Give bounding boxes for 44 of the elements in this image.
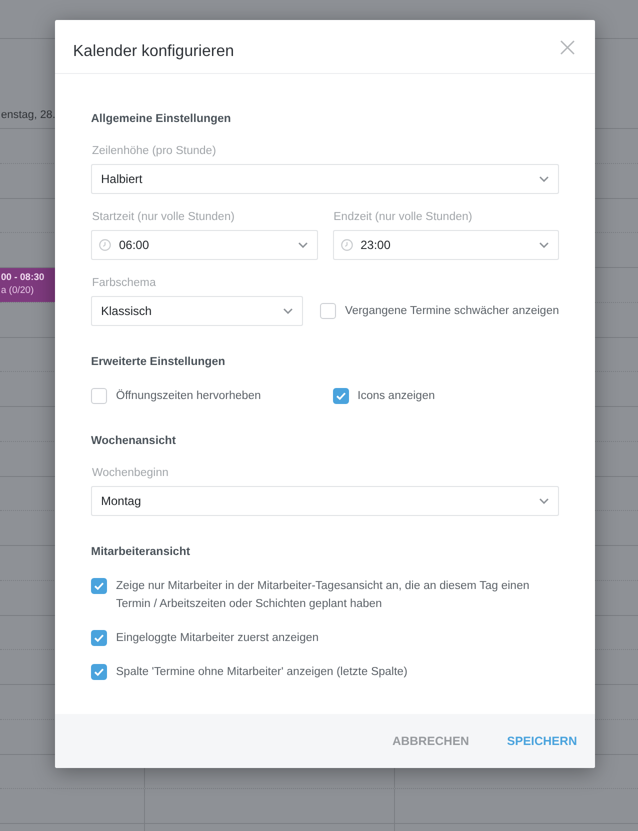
checkbox-label: Spalte 'Termine ohne Mitarbeiter' anzeigen (letzte Spalte) (116, 665, 408, 680)
checkmark-icon (94, 582, 104, 590)
section-heading: Mitarbeiteransicht (91, 545, 192, 559)
field-label: Startzeit (nur volle Stunden) (91, 210, 235, 224)
checkbox[interactable] (91, 630, 107, 646)
checkbox-label: Vergangene Termine schwächer anzeigen (345, 304, 559, 319)
clock-icon (340, 239, 352, 251)
checkbox[interactable] (320, 303, 336, 319)
event-block[interactable]: 00 - 08:30 a (0/20) (0, 268, 55, 302)
checkbox-label: Öffnungszeiten hervorheben (116, 388, 261, 404)
checkmark-icon (94, 634, 104, 642)
section-heading: Allgemeine Einstellungen (91, 112, 232, 126)
checkmark-icon (336, 392, 346, 400)
dropdown[interactable]: Montag (91, 486, 559, 516)
close-icon (560, 40, 575, 55)
checkbox[interactable] (91, 664, 107, 680)
chevron-down-icon (539, 498, 549, 504)
event-time: 00 - 08:30 (1, 271, 46, 284)
checkbox-label: Eingeloggte Mitarbeiter zuerst anzeigen (116, 631, 319, 646)
event-title: a (0/20) (1, 284, 35, 297)
checkmark-icon (94, 668, 104, 676)
section-heading: Erweiterte Einstellungen (91, 355, 226, 369)
dropdown[interactable]: Klassisch (91, 296, 304, 326)
close-button[interactable] (560, 40, 575, 55)
checkbox[interactable] (332, 388, 348, 404)
checkbox-label: Zeige nur Mitarbeiter in der Mitarbeiter-Tagesansicht an, die an diesem Tag einen Termin / Arbeitszeiten oder Schichten geplant haben (116, 579, 530, 612)
chevron-down-icon (539, 242, 549, 248)
day-header: enstag, 28. (1, 108, 56, 122)
section-heading: Wochenansicht (91, 434, 177, 448)
chevron-down-icon (539, 176, 549, 182)
field-label: Farbschema (91, 276, 156, 290)
chevron-down-icon (298, 242, 308, 248)
field-label: Wochenbeginn (91, 466, 169, 480)
dropdown[interactable]: 23:00 (332, 230, 559, 260)
checkbox[interactable] (91, 578, 107, 594)
field-label: Zeilenhöhe (pro Stunde) (91, 144, 216, 158)
chevron-down-icon (283, 308, 294, 314)
field-label: Endzeit (nur volle Stunden) (332, 210, 472, 224)
checkbox-label: Icons anzeigen (358, 389, 435, 404)
checkbox[interactable] (91, 388, 107, 404)
dialog-title: Kalender konfigurieren (73, 42, 234, 62)
dropdown[interactable]: 06:00 (91, 230, 318, 260)
clock-icon (99, 239, 111, 251)
dropdown[interactable]: Halbiert (91, 164, 559, 194)
